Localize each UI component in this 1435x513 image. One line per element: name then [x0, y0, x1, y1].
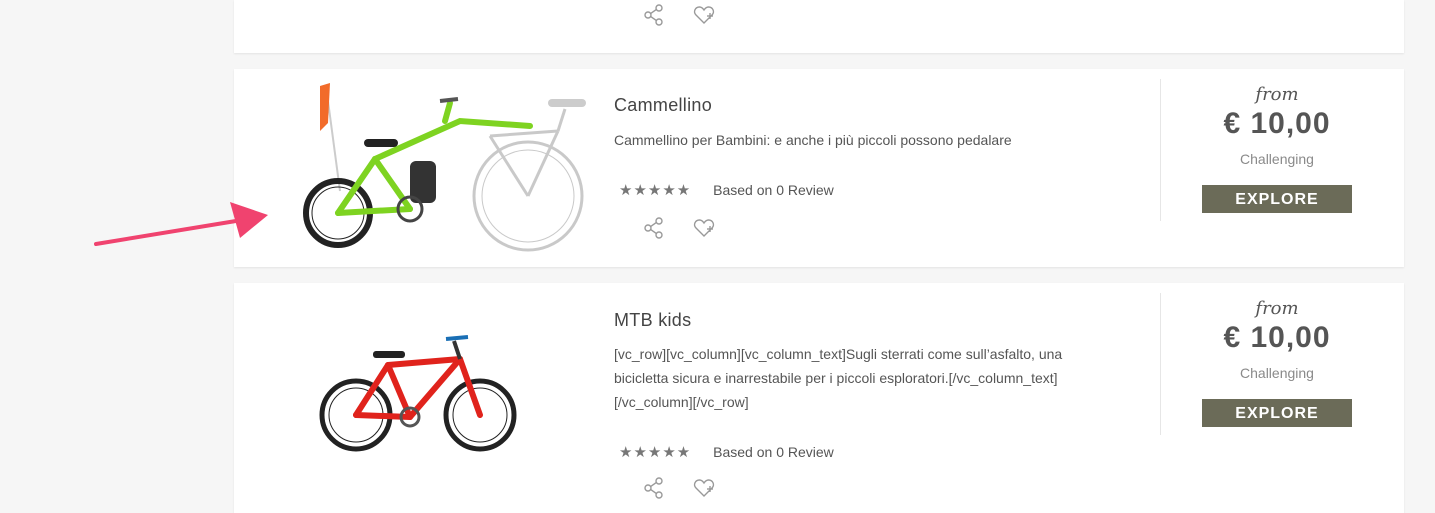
tour-description: [vc_row][vc_column][vc_column_text]Sugli… [614, 346, 1063, 410]
price-from-label: from [1255, 84, 1299, 105]
tour-image-trailer-bike[interactable] [300, 81, 600, 253]
price-block: from € 10,00 Challenging EXPLORE [1170, 298, 1384, 427]
rating-stars-icon: ★★★★★ [619, 444, 692, 461]
review-count: Based on 0 Review [713, 182, 834, 198]
tour-image-mtb-kids[interactable] [318, 333, 520, 455]
card-divider [1160, 293, 1161, 435]
tour-description: Cammellino per Bambini: e anche i più pi… [614, 132, 1012, 148]
tour-card-previous [234, 0, 1404, 53]
tour-card: Cammellino Cammellino per Bambini: e anc… [234, 69, 1404, 267]
price-from-label: from [1255, 298, 1299, 319]
parent-bike-saddle [548, 99, 586, 107]
tour-rating: ★★★★★ Based on 0 Review [619, 443, 834, 461]
price-block: from € 10,00 Challenging EXPLORE [1170, 84, 1384, 213]
tour-title[interactable]: Cammellino [614, 95, 712, 116]
tour-rating: ★★★★★ Based on 0 Review [619, 181, 834, 199]
review-count: Based on 0 Review [713, 444, 834, 460]
tour-card: MTB kids [vc_row][vc_column][vc_column_t… [234, 283, 1404, 513]
explore-button[interactable]: EXPLORE [1202, 185, 1352, 213]
share-icon[interactable] [642, 216, 666, 240]
tour-difficulty: Challenging [1240, 151, 1314, 167]
safety-flag [320, 83, 330, 131]
explore-button[interactable]: EXPLORE [1202, 399, 1352, 427]
tour-price: € 10,00 [1223, 107, 1331, 140]
rating-stars-icon: ★★★★★ [619, 182, 692, 199]
tour-title[interactable]: MTB kids [614, 310, 691, 331]
card-divider [1160, 79, 1161, 221]
tour-price: € 10,00 [1223, 321, 1331, 354]
wishlist-heart-icon[interactable] [692, 216, 716, 240]
share-icon[interactable] [642, 476, 666, 500]
annotation-arrow-icon [94, 202, 268, 246]
wishlist-heart-icon[interactable] [692, 3, 716, 27]
share-icon[interactable] [642, 3, 666, 27]
wishlist-heart-icon[interactable] [692, 476, 716, 500]
tour-difficulty: Challenging [1240, 365, 1314, 381]
